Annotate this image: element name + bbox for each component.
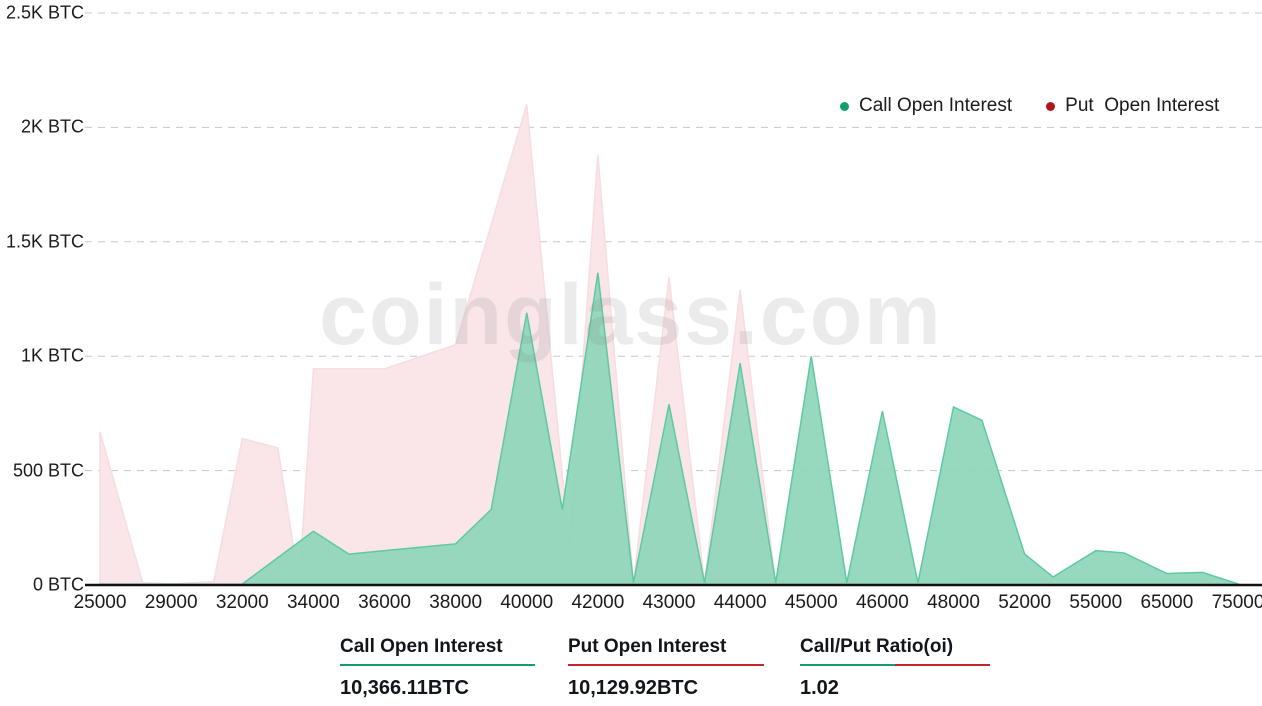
x-axis-tick-label: 34000 <box>286 592 340 613</box>
chart-plot-area[interactable]: coinglass.com 0 BTC 500 BTC 1K BTC 1.5K BTC… <box>0 0 1262 613</box>
x-axis-tick-label: 42000 <box>571 592 625 613</box>
x-axis-tick-label: 32000 <box>215 592 269 613</box>
stat-title: Call Open Interest <box>340 636 503 657</box>
legend-dot-call-icon <box>840 101 849 111</box>
x-axis-tick-label: 36000 <box>358 592 411 613</box>
stat-value: 10,366.11BTC <box>340 677 469 699</box>
x-axis-tick-label: 46000 <box>855 592 909 613</box>
legend-item-put[interactable]: Put Open Interest <box>1046 95 1219 117</box>
legend-dot-put-icon <box>1046 101 1056 111</box>
y-axis-tick-label: 500 BTC <box>12 460 84 481</box>
options-open-interest-chart: coinglass.com 0 BTC 500 BTC 1K BTC 1.5K BTC… <box>0 0 1262 706</box>
stat-value: 1.02 <box>800 677 839 699</box>
y-axis-tick-label: 2.5K BTC <box>5 2 84 23</box>
stat-title: Put Open Interest <box>568 636 727 657</box>
y-axis-tick-label: 2K BTC <box>20 116 84 137</box>
x-axis-tick-label: 75000 <box>1211 592 1262 613</box>
chart-legend[interactable]: Call Open Interest Put Open Interest <box>840 95 1219 117</box>
summary-stats: Call Open Interest 10,366.11BTC Put Open I… <box>340 636 1000 700</box>
x-axis-tick-label: 38000 <box>429 592 483 613</box>
x-axis-tick-label: 43000 <box>642 592 696 613</box>
stat-block-ratio: Call/Put Ratio(oi) 1.02 <box>800 636 1000 700</box>
y-axis-tick-label: 1K BTC <box>20 345 84 366</box>
x-axis-tick-label: 29000 <box>144 592 198 613</box>
x-axis-tick-label: 48000 <box>927 592 980 613</box>
x-axis-tick-label: 45000 <box>784 592 838 613</box>
stat-value: 10,129.92BTC <box>568 677 699 699</box>
x-axis-tick-label: 44000 <box>713 592 767 613</box>
x-axis-tick-label: 52000 <box>998 592 1052 613</box>
stat-block-call: Call Open Interest 10,366.11BTC <box>340 636 568 700</box>
stat-title: Call/Put Ratio(oi) <box>800 636 954 657</box>
x-axis-tick-label: 55000 <box>1069 592 1123 613</box>
x-axis-tick-label: 65000 <box>1140 592 1194 613</box>
x-axis-tick-label: 25000 <box>73 592 127 613</box>
stat-block-put: Put Open Interest 10,129.92BTC <box>568 636 800 700</box>
chart-canvas <box>85 12 1262 587</box>
legend-item-call[interactable]: Call Open Interest <box>840 95 1012 117</box>
legend-label: Call Open Interest <box>859 95 1013 116</box>
y-axis-tick-label: 1.5K BTC <box>5 231 84 252</box>
x-axis-tick-label: 40000 <box>500 592 554 613</box>
legend-label: Put Open Interest <box>1065 95 1220 116</box>
